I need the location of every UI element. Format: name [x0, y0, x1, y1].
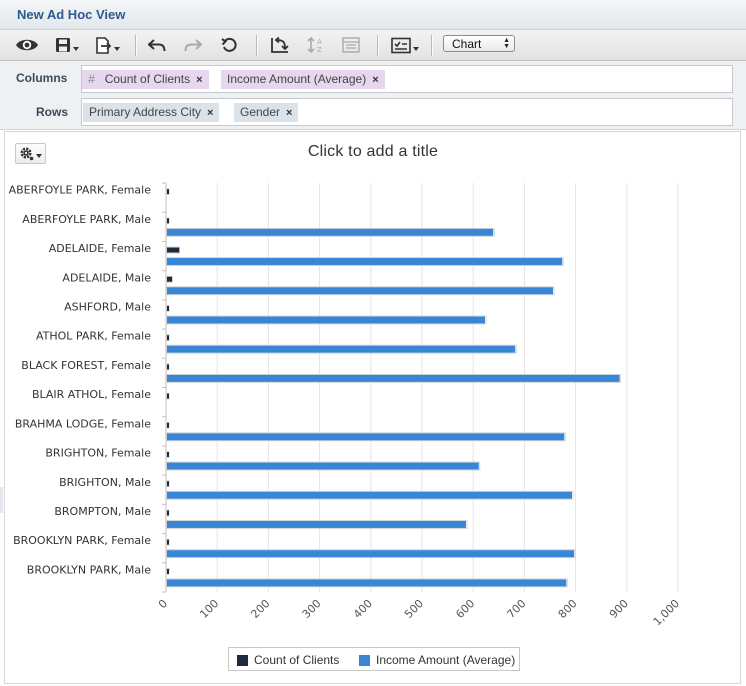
bar-count-clients: [167, 568, 169, 574]
bar-chart: 0 100 200 300 400 500 600 700 800 900 1,000 ABERFOY…: [9, 182, 682, 628]
gear-icon: [20, 147, 33, 160]
bar-count-clients: [167, 364, 169, 370]
x-tick-label: 800: [556, 597, 580, 621]
y-category-label: BROOKLYN PARK, Male: [27, 563, 151, 576]
bar-count-clients: [167, 276, 173, 282]
x-tick-label: 200: [248, 597, 272, 621]
bar-count-clients: [167, 539, 169, 545]
bar-income-average: [167, 316, 485, 324]
y-category-label: ATHOL PARK, Female: [36, 330, 151, 343]
bar-count-clients: [167, 481, 169, 487]
bar-count-clients: [167, 452, 169, 458]
x-tick-label: 700: [504, 597, 528, 621]
x-tick-label: 400: [351, 597, 375, 621]
bar-income-average: [167, 579, 567, 587]
legend-label: Income Amount (Average): [376, 653, 516, 667]
bar-income-average: [167, 258, 563, 266]
chart-options-button[interactable]: [15, 143, 46, 164]
bar-income-average: [167, 345, 516, 353]
y-category-label: ADELAIDE, Male: [62, 271, 151, 284]
bar-count-clients: [167, 218, 169, 224]
x-tick-label: 300: [300, 597, 324, 621]
x-tick-label: 900: [607, 597, 631, 621]
bar-count-clients: [167, 189, 169, 195]
y-category-label: ADELAIDE, Female: [49, 242, 152, 255]
bar-income-average: [167, 433, 565, 441]
bar-count-clients: [167, 335, 169, 341]
bar-income-average: [167, 491, 572, 499]
y-category-label: ASHFORD, Male: [64, 300, 151, 313]
y-category-label: ABERFOYLE PARK, Male: [22, 213, 151, 226]
x-tick-label: 0: [156, 597, 170, 611]
y-category-label: BLAIR ATHOL, Female: [32, 388, 151, 401]
legend-swatch: [237, 654, 248, 666]
y-category-label: BRAHMA LODGE, Female: [15, 417, 151, 430]
bar-income-average: [167, 550, 575, 558]
legend-label: Count of Clients: [254, 653, 340, 667]
y-category-label: BROOKLYN PARK, Female: [13, 534, 151, 547]
bar-income-average: [167, 520, 467, 528]
bar-income-average: [167, 287, 554, 295]
bar-count-clients: [167, 305, 169, 311]
bar-count-clients: [167, 510, 169, 516]
bar-income-average: [167, 374, 620, 382]
y-category-label: BROMPTON, Male: [54, 505, 151, 518]
bar-count-clients: [167, 393, 169, 399]
legend-swatch: [359, 654, 370, 666]
legend-item-income[interactable]: Income Amount (Average): [359, 653, 515, 667]
y-category-label: BRIGHTON, Male: [59, 476, 151, 489]
chevron-down-icon: [35, 153, 42, 158]
x-tick-label: 500: [402, 597, 426, 621]
chart-legend: Count of Clients Income Amount (Average): [228, 647, 520, 671]
legend-item-count[interactable]: Count of Clients: [237, 653, 339, 667]
x-tick-label: 1,000: [651, 597, 682, 628]
y-category-label: ABERFOYLE PARK, Female: [9, 184, 152, 197]
y-category-label: BLACK FOREST, Female: [21, 359, 151, 372]
x-tick-label: 600: [453, 597, 477, 621]
bar-count-clients: [167, 422, 169, 428]
bar-count-clients: [167, 247, 180, 253]
bar-income-average: [167, 462, 479, 470]
x-tick-label: 100: [197, 597, 221, 621]
bar-income-average: [167, 228, 494, 236]
y-category-label: BRIGHTON, Female: [45, 447, 151, 460]
